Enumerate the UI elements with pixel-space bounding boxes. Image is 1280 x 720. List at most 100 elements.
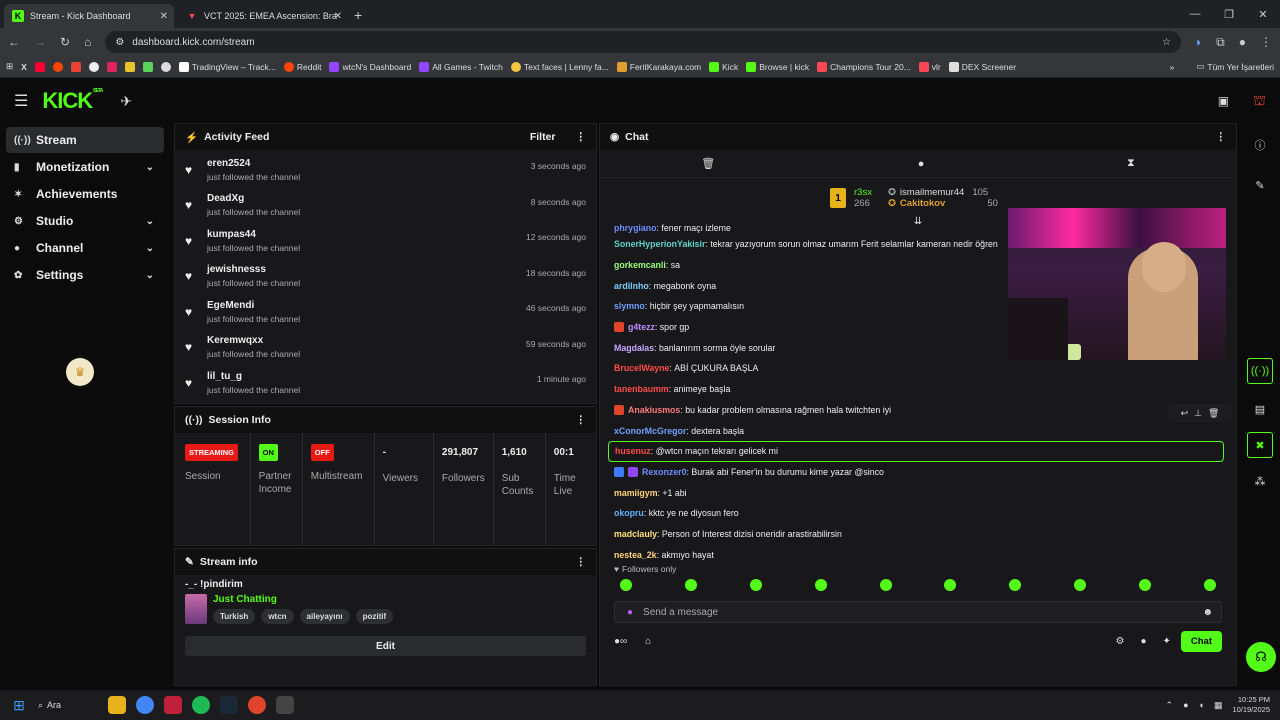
panel-menu-icon[interactable]: ⋮ bbox=[576, 556, 587, 568]
steam-icon[interactable] bbox=[220, 696, 238, 714]
chat-message[interactable]: BruceIWayne: ABİ ÇUKURA BAŞLA bbox=[600, 358, 1236, 379]
menu-kebab-icon[interactable]: ⋮ bbox=[1260, 35, 1272, 49]
clock[interactable]: 10:25 PM 10/19/2025 bbox=[1232, 695, 1270, 715]
sidebar-item-channel[interactable]: ● Channel ⌄ bbox=[6, 235, 164, 261]
emoji-icon[interactable]: ☻ bbox=[1202, 607, 1213, 618]
panel-menu-icon[interactable]: ⋮ bbox=[576, 414, 587, 426]
bookmark-kick[interactable]: Kick bbox=[709, 61, 738, 72]
back-icon[interactable]: ← bbox=[8, 35, 20, 49]
file-explorer-icon[interactable] bbox=[108, 696, 126, 714]
hamburger-menu-icon[interactable]: ☰ bbox=[14, 91, 28, 111]
emote-icon[interactable] bbox=[620, 579, 632, 591]
chat-message[interactable]: xConorMcGregor: dextera başla bbox=[600, 420, 1236, 441]
close-tab-icon[interactable]: ✕ bbox=[334, 11, 342, 22]
taskbar-search[interactable]: ⌕ Ara bbox=[38, 700, 98, 711]
chat-username[interactable]: husenuz bbox=[615, 446, 651, 456]
follower-name[interactable]: lil_tu_g bbox=[207, 371, 300, 382]
filter-button[interactable]: Filter bbox=[530, 131, 556, 143]
chat-username[interactable]: tanenbaumm bbox=[614, 384, 669, 394]
broadcast-rail-icon[interactable]: ((·)) bbox=[1247, 358, 1273, 384]
emote-icon[interactable] bbox=[944, 579, 957, 591]
site-info-icon[interactable]: ⚙ bbox=[115, 37, 124, 48]
sidebar-item-studio[interactable]: ⚙ Studio ⌄ bbox=[6, 208, 164, 234]
y-bookmark-icon[interactable] bbox=[106, 61, 117, 72]
chat-message[interactable]: madclauly: Person of Interest dizisi one… bbox=[600, 524, 1236, 545]
profile-avatar[interactable]: ● bbox=[1239, 35, 1246, 49]
chat-input[interactable]: ● Send a message ☻ bbox=[614, 601, 1222, 623]
chat-username[interactable]: g4tezz bbox=[628, 322, 655, 332]
spotify-icon[interactable] bbox=[192, 696, 210, 714]
sidebar-item-stream[interactable]: ((·)) Stream bbox=[6, 127, 164, 153]
bookmark-star-icon[interactable]: ☆ bbox=[1162, 37, 1171, 48]
points-icon[interactable]: ●∞ bbox=[614, 636, 627, 647]
chat-username[interactable]: SonerHyperionYakisir bbox=[614, 239, 705, 249]
gift-icon[interactable]: ✦ bbox=[1162, 636, 1170, 647]
bookmark-tradingview[interactable]: TradingView – Track... bbox=[178, 61, 276, 72]
edit-icon[interactable]: ✎ bbox=[1247, 172, 1273, 198]
channel-avatar[interactable]: ♛ bbox=[66, 358, 94, 386]
apps-grid-icon[interactable]: ⊞ bbox=[6, 61, 13, 72]
category-thumbnail[interactable] bbox=[185, 594, 207, 624]
browser-tab-vct[interactable]: ▼ VCT 2025: EMEA Ascension: Bra ✕ bbox=[178, 4, 348, 28]
sidebar-item-achievements[interactable]: ✶ Achievements bbox=[6, 181, 164, 207]
apps-icon[interactable]: ⁂ bbox=[1247, 468, 1273, 494]
kick-logo[interactable]: KICKBETA bbox=[42, 88, 103, 114]
bookmark-browse-kick[interactable]: Browse | kick bbox=[746, 61, 809, 72]
chat-username[interactable]: Anakiusmos bbox=[628, 405, 680, 415]
windows-start-icon[interactable]: ⊞ bbox=[10, 696, 28, 714]
emote-icon[interactable] bbox=[814, 579, 827, 591]
reload-icon[interactable]: ↻ bbox=[60, 35, 70, 49]
bookmark-wtcn-dashboard[interactable]: wtcN's Dashboard bbox=[329, 61, 411, 72]
all-bookmarks-folder[interactable]: ▭ Tüm Yer İşaretleri bbox=[1196, 61, 1274, 72]
chat-message[interactable]: nestea_2k: akmıyo hayat bbox=[600, 544, 1236, 561]
pin-icon[interactable]: ⊥ bbox=[1194, 408, 1202, 419]
bookmark-vlr[interactable]: vlr bbox=[918, 61, 941, 72]
g-bookmark-icon[interactable] bbox=[124, 61, 135, 72]
layout-icon[interactable]: ▤ bbox=[1247, 396, 1273, 422]
chat-username[interactable]: phrygiano bbox=[614, 223, 657, 233]
bookmark-feritkarakaya[interactable]: FeritKarakaya.com bbox=[616, 61, 701, 72]
obs-icon[interactable]: ▣ bbox=[1218, 94, 1229, 108]
category-link[interactable]: Just Chatting bbox=[213, 594, 399, 605]
follower-name[interactable]: EgeMendi bbox=[207, 300, 300, 311]
more-bookmarks-icon[interactable]: » bbox=[1170, 62, 1175, 72]
help-support-button[interactable]: ☊ bbox=[1246, 642, 1276, 672]
discord-icon[interactable] bbox=[276, 696, 294, 714]
chat-message[interactable]: mamiigym: +1 abi bbox=[600, 482, 1236, 503]
home-icon[interactable]: ⌂ bbox=[84, 35, 91, 49]
rocket-icon[interactable]: ✈ bbox=[120, 93, 132, 110]
globe-icon[interactable] bbox=[160, 61, 171, 72]
emote-icon[interactable] bbox=[1009, 579, 1022, 591]
chat-username[interactable]: xConorMcGregor bbox=[614, 426, 686, 436]
delete-icon[interactable]: 🗑 bbox=[1208, 408, 1219, 419]
bookmark-reddit[interactable]: Reddit bbox=[283, 61, 321, 72]
bookmark-dex-screener[interactable]: DEX Screener bbox=[948, 61, 1016, 72]
chat-username[interactable]: Magdalas bbox=[614, 343, 654, 353]
youtube-icon[interactable] bbox=[34, 61, 45, 72]
close-tab-icon[interactable]: ✕ bbox=[160, 11, 168, 22]
chat-username[interactable]: nestea_2k bbox=[614, 550, 657, 560]
maximize-icon[interactable]: ❐ bbox=[1212, 8, 1246, 21]
chat-message[interactable]: husenuz: @wtcn maçın tekrarı gelicek mi bbox=[608, 440, 1224, 462]
user-avatar-icon[interactable]: ⛫ bbox=[1253, 92, 1266, 111]
emote-icon[interactable] bbox=[749, 579, 762, 591]
emote-icon[interactable] bbox=[879, 579, 892, 591]
extension-icon[interactable]: ◗ bbox=[1195, 35, 1202, 49]
trash-icon[interactable]: 🗑 bbox=[701, 157, 715, 170]
follower-name[interactable]: eren2524 bbox=[207, 158, 300, 169]
github-icon[interactable] bbox=[88, 61, 99, 72]
network-icon[interactable]: ▦ bbox=[1214, 700, 1223, 711]
emote-icon[interactable] bbox=[1074, 579, 1087, 591]
info-icon[interactable]: ⓘ bbox=[1247, 132, 1273, 158]
bookmark-text-faces[interactable]: Text faces | Lenny fa... bbox=[510, 61, 609, 72]
follower-name[interactable]: Keremwqxx bbox=[207, 335, 300, 346]
edit-button[interactable]: Edit bbox=[185, 636, 586, 656]
sidebar-item-settings[interactable]: ✿ Settings ⌄ bbox=[6, 262, 164, 288]
chat-message[interactable]: okopru: kktc ye ne diyosun fero bbox=[600, 503, 1236, 524]
emote-icon[interactable] bbox=[1203, 579, 1216, 591]
chat-message[interactable]: tanenbaumm: animeye başla bbox=[600, 379, 1236, 400]
browser-tab-kick[interactable]: K Stream - Kick Dashboard ✕ bbox=[4, 4, 174, 28]
chat-username[interactable]: BruceIWayne bbox=[614, 363, 669, 373]
reply-icon[interactable]: ↩ bbox=[1181, 408, 1189, 419]
chat-message[interactable]: Anakiusmos: bu kadar problem olmasına ra… bbox=[600, 400, 1236, 421]
